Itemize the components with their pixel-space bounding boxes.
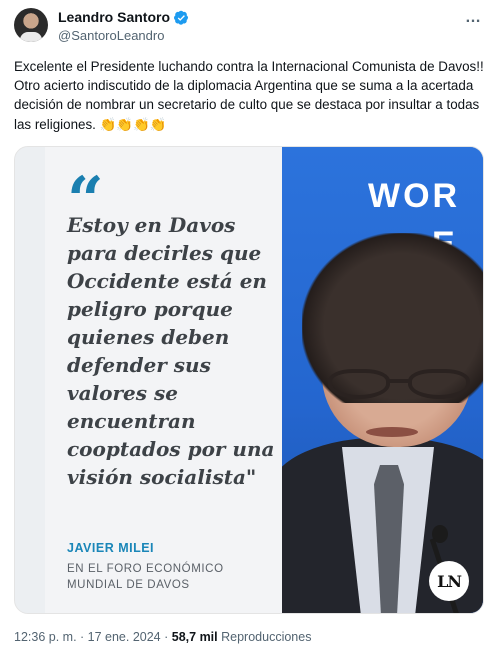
la-nacion-logo: LN — [429, 561, 469, 601]
backdrop-text: WOR — [368, 177, 461, 215]
author-handle[interactable]: @SantoroLeandro — [58, 28, 164, 43]
views-label: Reproducciones — [221, 630, 312, 644]
tweet: Leandro Santoro @SantoroLeandro … Excele… — [0, 0, 496, 649]
quote-panel: “ Estoy en Davos para decirles que Occid… — [15, 147, 282, 613]
author-name-row: Leandro Santoro — [58, 9, 189, 25]
timestamp[interactable]: 12:36 p. m. · 17 ene. 2024 · — [14, 630, 168, 644]
tweet-meta: 12:36 p. m. · 17 ene. 2024 · 58,7 mil Re… — [14, 630, 311, 644]
quote-author: JAVIER MILEI — [67, 541, 155, 555]
author-display-name[interactable]: Leandro Santoro — [58, 9, 170, 25]
mouth — [366, 427, 418, 437]
more-options-icon[interactable]: … — [465, 9, 482, 27]
quote-context: EN EL FORO ECONÓMICO MUNDIAL DE DAVOS — [67, 563, 224, 591]
tweet-media-image[interactable]: “ Estoy en Davos para decirles que Occid… — [14, 146, 484, 614]
avatar[interactable] — [14, 8, 48, 42]
quote-text: Estoy en Davos para decirles que Occiden… — [67, 213, 275, 489]
tweet-text: Excelente el Presidente luchando contra … — [14, 59, 484, 132]
views-count: 58,7 mil — [171, 630, 218, 644]
verified-badge-icon — [174, 10, 189, 25]
glasses — [320, 369, 478, 403]
speaker-photo: WOR E — [282, 147, 483, 613]
